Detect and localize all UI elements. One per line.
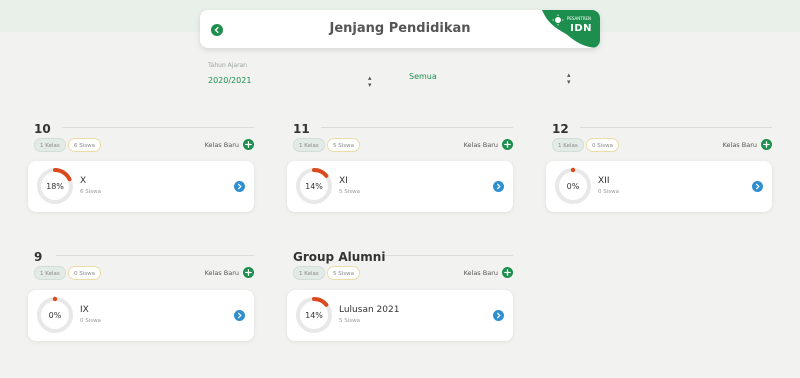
plus-icon[interactable]	[761, 139, 772, 150]
grade-section: 10 1 Kelas 6 Siswa Kelas Baru	[34, 118, 254, 154]
section-title: 10	[34, 122, 51, 136]
grade-section: Group Alumni 1 Kelas 5 Siswa Kelas Baru	[293, 246, 513, 282]
add-class-label: Kelas Baru	[204, 268, 239, 277]
siswa-count-badge: 5 Siswa	[327, 266, 361, 280]
section-header: 9	[34, 246, 254, 264]
section-title: 12	[552, 122, 569, 136]
section-divider	[385, 255, 513, 256]
sort-arrows-icon[interactable]: ▴ ▾	[368, 75, 372, 89]
siswa-count-badge: 6 Siswa	[68, 138, 102, 152]
pill-row: 1 Kelas 0 Siswa Kelas Baru	[34, 266, 254, 282]
section-header: 12	[552, 118, 772, 136]
progress-percent: 14%	[305, 310, 323, 320]
add-class-button[interactable]: Kelas Baru	[464, 139, 513, 150]
siswa-count-badge: 0 Siswa	[586, 138, 620, 152]
add-class-button[interactable]: Kelas Baru	[723, 139, 772, 150]
sort-arrows-icon[interactable]: ▴ ▾	[567, 72, 571, 86]
kelas-count-badge: 1 Kelas	[34, 266, 66, 280]
progress-percent: 0%	[48, 310, 62, 320]
progress-ring: 0%	[553, 166, 593, 206]
kelas-count-badge: 1 Kelas	[293, 138, 325, 152]
class-name: XI	[339, 176, 348, 186]
chevron-right-icon[interactable]	[234, 310, 245, 321]
add-class-label: Kelas Baru	[463, 268, 498, 277]
section-divider	[580, 127, 772, 128]
progress-ring: 18%	[35, 166, 75, 206]
pill-row: 1 Kelas 6 Siswa Kelas Baru	[34, 138, 254, 154]
class-student-count: 5 Siswa	[339, 189, 361, 195]
class-student-count: 0 Siswa	[80, 318, 102, 324]
section-header: Group Alumni	[293, 246, 513, 264]
chevron-right-icon[interactable]	[752, 181, 763, 192]
add-class-button[interactable]: Kelas Baru	[205, 139, 254, 150]
class-card[interactable]: 0% IX 0 Siswa	[28, 290, 254, 341]
logo-text: IDN	[570, 23, 592, 34]
class-student-count: 0 Siswa	[598, 189, 620, 195]
section-divider	[62, 127, 254, 128]
grade-section: 9 1 Kelas 0 Siswa Kelas Baru	[34, 246, 254, 282]
kelas-count-badge: 1 Kelas	[293, 266, 325, 280]
kelas-count-badge: 1 Kelas	[34, 138, 66, 152]
plus-icon[interactable]	[243, 139, 254, 150]
year-select[interactable]: 2020/2021	[208, 76, 251, 85]
add-class-label: Kelas Baru	[463, 140, 498, 149]
add-class-button[interactable]: Kelas Baru	[464, 267, 513, 278]
plus-icon[interactable]	[502, 267, 513, 278]
chevron-right-icon[interactable]	[493, 181, 504, 192]
add-class-button[interactable]: Kelas Baru	[205, 267, 254, 278]
class-name: X	[80, 176, 87, 186]
section-header: 10	[34, 118, 254, 136]
class-name: XII	[598, 176, 610, 186]
progress-percent: 14%	[305, 181, 323, 191]
class-card[interactable]: 18% X 6 Siswa	[28, 161, 254, 212]
logo-subtext: PESANTREN	[566, 16, 591, 21]
scope-select[interactable]: Semua	[409, 72, 437, 81]
section-title: Group Alumni	[293, 250, 386, 264]
progress-ring: 0%	[35, 295, 75, 335]
siswa-count-badge: 5 Siswa	[327, 138, 361, 152]
progress-ring: 14%	[294, 166, 334, 206]
plus-icon[interactable]	[243, 267, 254, 278]
section-title: 11	[293, 122, 310, 136]
class-card[interactable]: 14% Lulusan 2021 5 Siswa	[287, 290, 513, 341]
chevron-right-icon[interactable]	[234, 181, 245, 192]
class-card[interactable]: 0% XII 0 Siswa	[546, 161, 772, 212]
progress-ring: 14%	[294, 295, 334, 335]
section-header: 11	[293, 118, 513, 136]
section-title: 9	[34, 250, 43, 264]
year-label: Tahun Ajaran	[208, 62, 248, 69]
class-name: IX	[80, 305, 89, 315]
section-divider	[321, 127, 513, 128]
plus-icon[interactable]	[502, 139, 513, 150]
kelas-count-badge: 1 Kelas	[552, 138, 584, 152]
class-student-count: 5 Siswa	[339, 318, 361, 324]
pill-row: 1 Kelas 5 Siswa Kelas Baru	[293, 138, 513, 154]
siswa-count-badge: 0 Siswa	[68, 266, 102, 280]
progress-percent: 0%	[566, 181, 580, 191]
logo: PESANTREN IDN	[534, 10, 600, 48]
add-class-label: Kelas Baru	[204, 140, 239, 149]
grade-section: 12 1 Kelas 0 Siswa Kelas Baru	[552, 118, 772, 154]
pill-row: 1 Kelas 0 Siswa Kelas Baru	[552, 138, 772, 154]
grade-section: 11 1 Kelas 5 Siswa Kelas Baru	[293, 118, 513, 154]
chevron-right-icon[interactable]	[493, 310, 504, 321]
add-class-label: Kelas Baru	[722, 140, 757, 149]
section-divider	[56, 255, 254, 256]
progress-percent: 18%	[46, 181, 64, 191]
pill-row: 1 Kelas 5 Siswa Kelas Baru	[293, 266, 513, 282]
class-name: Lulusan 2021	[339, 305, 400, 315]
class-card[interactable]: 14% XI 5 Siswa	[287, 161, 513, 212]
class-student-count: 6 Siswa	[80, 189, 102, 195]
header-card: Jenjang Pendidikan PESANTREN IDN	[200, 10, 600, 48]
